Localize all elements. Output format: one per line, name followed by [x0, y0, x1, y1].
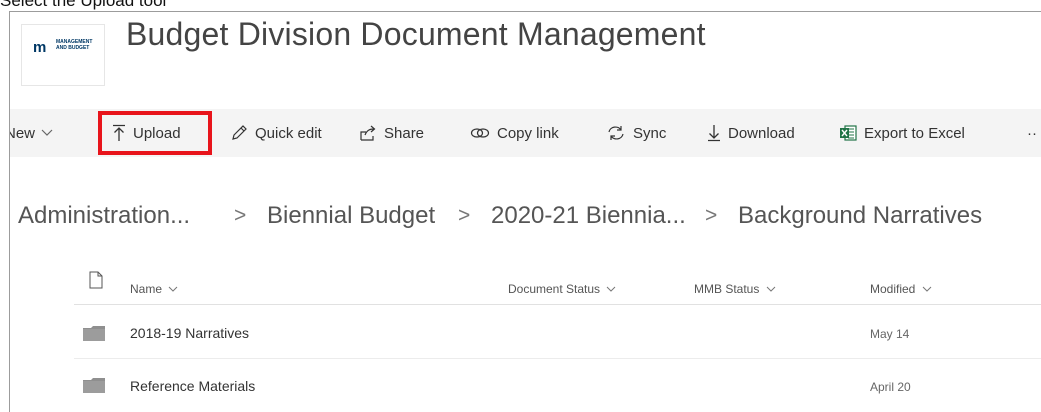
- download-icon: [708, 125, 720, 142]
- row-name[interactable]: 2018-19 Narratives: [130, 325, 249, 341]
- chevron-down-icon: [922, 286, 932, 292]
- breadcrumb-item-background-narratives: Background Narratives: [738, 202, 983, 229]
- column-header-document-status-label: Document Status: [508, 282, 601, 296]
- link-icon: [470, 128, 490, 138]
- row-modified: April 20: [870, 380, 911, 394]
- instruction-caption: Select the Upload tool: [0, 0, 167, 10]
- export-to-excel-button[interactable]: Export to Excel: [839, 109, 965, 157]
- chevron-down-icon: [607, 286, 616, 292]
- column-header-document-status[interactable]: Document Status: [508, 282, 616, 296]
- breadcrumb-item-biennial-budget[interactable]: Biennial Budget: [267, 202, 435, 230]
- download-button[interactable]: Download: [707, 109, 795, 157]
- folder-icon: [83, 378, 105, 393]
- excel-icon: [840, 125, 857, 141]
- sync-label: Sync: [633, 124, 667, 142]
- download-label: Download: [728, 124, 795, 142]
- breadcrumb-separator: >: [705, 204, 718, 227]
- sharepoint-window: m MANAGEMENT AND BUDGET Budget Division …: [9, 11, 1041, 412]
- new-button[interactable]: New: [10, 109, 53, 157]
- sync-icon: [608, 126, 624, 140]
- row-modified: May 14: [870, 327, 910, 341]
- share-icon: [360, 125, 376, 141]
- command-bar: New Upload Quick edit Share: [10, 109, 1041, 157]
- logo-text: MANAGEMENT AND BUDGET: [56, 39, 93, 51]
- share-label: Share: [384, 124, 425, 142]
- quick-edit-label: Quick edit: [255, 124, 322, 142]
- share-button[interactable]: Share: [359, 109, 424, 157]
- quick-edit-button[interactable]: Quick edit: [230, 109, 322, 157]
- pencil-icon: [232, 125, 247, 140]
- column-header-modified-label: Modified: [870, 282, 916, 296]
- export-to-excel-label: Export to Excel: [864, 124, 965, 142]
- copy-link-label: Copy link: [497, 124, 559, 142]
- new-label: New: [10, 124, 36, 142]
- site-title[interactable]: Budget Division Document Management: [126, 16, 706, 53]
- column-header-name[interactable]: Name: [130, 282, 178, 296]
- site-logo[interactable]: m MANAGEMENT AND BUDGET: [21, 24, 105, 86]
- sync-button[interactable]: Sync: [606, 109, 666, 157]
- more-actions-label: ··: [1027, 124, 1037, 142]
- header-divider: [74, 304, 1041, 305]
- chevron-down-icon: [41, 129, 53, 136]
- column-header-name-label: Name: [130, 282, 163, 296]
- breadcrumb-item-administration[interactable]: Administration...: [18, 202, 190, 230]
- column-header-mmb-status-label: MMB Status: [694, 282, 760, 296]
- row-divider: [74, 358, 1041, 359]
- breadcrumb-item-2020-21-biennia[interactable]: 2020-21 Biennia...: [491, 202, 686, 230]
- column-header-modified[interactable]: Modified: [870, 282, 932, 296]
- upload-highlight-box: [98, 111, 212, 155]
- column-header-mmb-status[interactable]: MMB Status: [694, 282, 776, 296]
- logo-mark: m: [33, 39, 46, 56]
- copy-link-button[interactable]: Copy link: [470, 109, 559, 157]
- row-name[interactable]: Reference Materials: [130, 378, 255, 394]
- folder-icon: [83, 326, 105, 341]
- more-actions-button[interactable]: ··: [1027, 109, 1037, 157]
- breadcrumb-separator: >: [458, 204, 471, 227]
- breadcrumb-separator: >: [234, 204, 247, 227]
- chevron-down-icon: [766, 286, 776, 292]
- file-type-icon[interactable]: [89, 271, 103, 289]
- breadcrumb: Administration... > Biennial Budget > 20…: [10, 202, 1041, 242]
- chevron-down-icon: [169, 286, 178, 292]
